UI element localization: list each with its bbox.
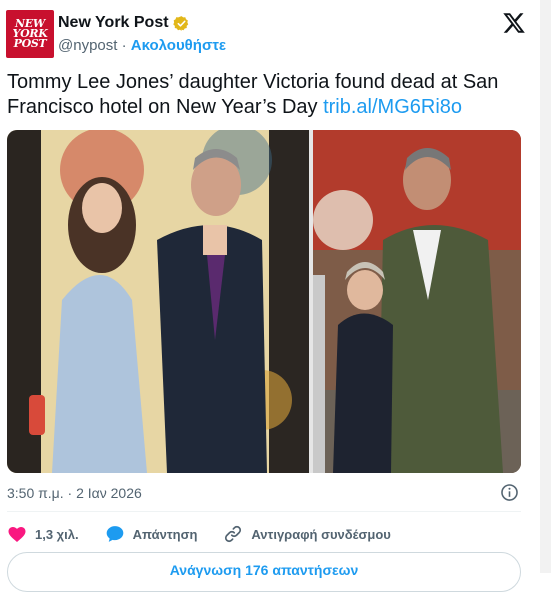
like-count: 1,3 χιλ. [35, 526, 79, 542]
avatar[interactable]: NEW YORK POST [6, 10, 54, 58]
photo-red-carpet[interactable] [7, 130, 309, 473]
verified-badge-icon [172, 15, 188, 31]
read-replies-button[interactable]: Ανάγνωση 176 απαντήσεων [7, 552, 521, 592]
heart-icon [8, 527, 26, 542]
follow-button[interactable]: Ακολουθήστε [131, 37, 226, 54]
reply-button[interactable]: Απάντηση [105, 524, 198, 544]
photo-with-child[interactable] [313, 130, 521, 473]
action-bar: 1,3 χιλ. Απάντηση Αντιγραφή συνδέσμου [7, 522, 417, 546]
x-logo-icon[interactable] [502, 11, 526, 35]
divider [7, 511, 521, 512]
tweet-link[interactable]: trib.al/MG6Ri8o [323, 96, 462, 118]
copy-link-label: Αντιγραφή συνδέσμου [251, 526, 391, 542]
reply-label: Απάντηση [132, 526, 198, 542]
like-button[interactable]: 1,3 χιλ. [7, 524, 79, 544]
photo-red-carpet-art [7, 130, 309, 473]
photo-with-child-art [313, 130, 521, 473]
tweet-header: NEW YORK POST New York Post @nypost · Ακ… [6, 10, 526, 60]
copy-link-button[interactable]: Αντιγραφή συνδέσμου [223, 524, 391, 544]
media-grid [7, 130, 521, 473]
info-icon[interactable] [500, 483, 519, 502]
account-handle[interactable]: @nypost [58, 37, 117, 54]
account-name-row[interactable]: New York Post [58, 14, 190, 32]
tweet-timestamp[interactable]: 3:50 π.μ. · 2 Ιαν 2026 [7, 485, 142, 501]
reply-icon [106, 526, 123, 542]
handle-row: @nypost · Ακολουθήστε [58, 37, 226, 54]
read-replies-label: Ανάγνωση 176 απαντήσεων [169, 562, 359, 578]
scrollbar-track[interactable] [540, 0, 551, 573]
link-icon [225, 525, 242, 543]
separator-dot: · [121, 37, 127, 54]
account-name[interactable]: New York Post [58, 14, 169, 32]
tweet-text: Tommy Lee Jones’ daughter Victoria found… [7, 70, 512, 120]
avatar-text-line: POST [13, 37, 47, 50]
